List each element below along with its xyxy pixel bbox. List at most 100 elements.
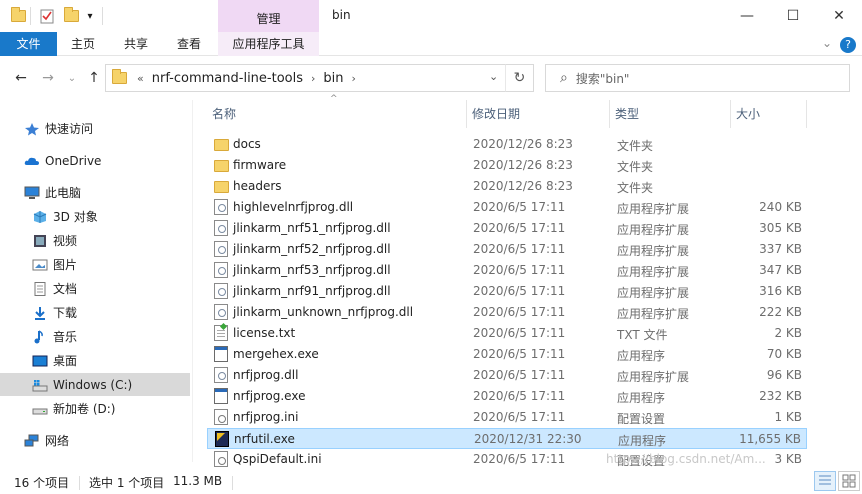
file-size: 222 KB	[759, 305, 802, 319]
column-header-type[interactable]: 类型	[610, 100, 731, 128]
file-size: 337 KB	[759, 242, 802, 256]
file-date: 2020/6/5 17:11	[473, 347, 566, 361]
file-date: 2020/12/26 8:23	[473, 158, 573, 172]
sidebar-item-this-pc[interactable]: 此电脑	[0, 181, 190, 204]
chevron-right-icon[interactable]: ›	[352, 72, 356, 85]
column-header-date[interactable]: 修改日期	[467, 100, 610, 128]
file-row[interactable]: nrfjprog.exe 2020/6/5 17:11 应用程序 232 KB	[207, 386, 807, 407]
file-row[interactable]: headers 2020/12/26 8:23 文件夹	[207, 176, 807, 197]
back-button[interactable]: ←	[11, 68, 31, 88]
file-row[interactable]: jlinkarm_nrf52_nrfjprog.dll 2020/6/5 17:1…	[207, 239, 807, 260]
file-row[interactable]: jlinkarm_unknown_nrfjprog.dll 2020/6/5 17…	[207, 302, 807, 323]
file-size: 347 KB	[759, 263, 802, 277]
sidebar-item-3d-objects[interactable]: 3D 对象	[0, 205, 190, 228]
recent-locations-button[interactable]: ⌄	[62, 68, 82, 88]
file-date: 2020/12/26 8:23	[473, 137, 573, 151]
file-size: 70 KB	[766, 347, 802, 361]
sidebar-item-downloads[interactable]: 下载	[0, 301, 190, 324]
file-size: 240 KB	[759, 200, 802, 214]
file-name: jlinkarm_unknown_nrfjprog.dll	[233, 305, 414, 319]
dll-icon	[214, 304, 228, 320]
sidebar-item-pictures[interactable]: 图片	[0, 253, 190, 276]
file-size: 11,655 KB	[739, 432, 801, 446]
file-date: 2020/6/5 17:11	[473, 368, 566, 382]
file-type: 文件夹	[617, 181, 654, 195]
breadcrumb-nrf-command-line-tools[interactable]: nrf-command-line-tools	[152, 71, 303, 86]
details-view-button[interactable]	[814, 471, 836, 491]
navigation-pane: 快速访问 OneDrive 此电脑 3D 对象 视频 图片 文档 下载 音乐 桌…	[0, 100, 192, 462]
chevron-right-icon[interactable]: ›	[311, 72, 315, 85]
context-tab-manage[interactable]: 管理	[218, 0, 319, 32]
file-date: 2020/6/5 17:11	[473, 200, 566, 214]
column-header-size[interactable]: 大小	[731, 100, 807, 128]
address-bar[interactable]: « nrf-command-line-tools › bin › ⌄	[105, 64, 534, 92]
sidebar-item-label: 网络	[45, 434, 70, 448]
file-row[interactable]: jlinkarm_nrf51_nrfjprog.dll 2020/6/5 17:1…	[207, 218, 807, 239]
file-row[interactable]: mergehex.exe 2020/6/5 17:11 应用程序 70 KB	[207, 344, 807, 365]
tab-home[interactable]: 主页	[60, 32, 106, 56]
sidebar-item-network[interactable]: 网络	[0, 429, 190, 452]
ribbon-expand-icon[interactable]: ⌄	[822, 36, 832, 50]
cloud-icon	[24, 154, 40, 168]
file-type: 文件夹	[617, 160, 654, 174]
breadcrumb-bin[interactable]: bin	[323, 71, 343, 86]
pane-divider[interactable]	[192, 100, 193, 462]
tab-file[interactable]: 文件	[0, 32, 57, 56]
file-row[interactable]: docs 2020/12/26 8:23 文件夹	[207, 134, 807, 155]
file-row[interactable]: license.txt 2020/6/5 17:11 TXT 文件 2 KB	[207, 323, 807, 344]
sidebar-item-windows-c[interactable]: Windows (C:)	[0, 373, 190, 396]
nrfutil-icon	[215, 431, 229, 447]
customize-toolbar-icon[interactable]: ▾	[84, 7, 96, 25]
sidebar-item-label: 图片	[53, 258, 78, 272]
help-icon[interactable]: ?	[840, 37, 856, 53]
file-row[interactable]: nrfutil.exe 2020/12/31 22:30 应用程序 11,655 KB	[207, 428, 807, 449]
address-dropdown-icon[interactable]: ⌄	[489, 70, 498, 83]
file-row[interactable]: jlinkarm_nrf91_nrfjprog.dll 2020/6/5 17:1…	[207, 281, 807, 302]
status-item-count: 16 个项目	[14, 476, 70, 490]
file-name: nrfjprog.dll	[233, 368, 299, 382]
sidebar-item-new-volume-d[interactable]: 新加卷 (D:)	[0, 397, 190, 420]
vertical-scrollbar[interactable]	[850, 100, 862, 462]
picture-icon	[32, 258, 48, 272]
new-folder-icon[interactable]	[62, 7, 80, 25]
large-icons-view-button[interactable]	[838, 471, 860, 491]
forward-button[interactable]: →	[38, 68, 58, 88]
properties-icon[interactable]	[38, 7, 56, 25]
file-date: 2020/6/5 17:11	[473, 242, 566, 256]
breadcrumb-overflow[interactable]: «	[137, 72, 144, 85]
exe-icon	[214, 388, 228, 404]
close-button[interactable]: ✕	[816, 0, 862, 32]
search-box[interactable]: ⌕ 搜索"bin"	[545, 64, 850, 92]
file-size: 232 KB	[759, 389, 802, 403]
file-row[interactable]: jlinkarm_nrf53_nrfjprog.dll 2020/6/5 17:1…	[207, 260, 807, 281]
column-header-row: 名称 修改日期 类型 大小	[207, 100, 852, 128]
file-type: 应用程序扩展	[617, 265, 690, 279]
up-button[interactable]: ↑	[84, 68, 104, 88]
status-selected: 选中 1 个项目	[89, 476, 165, 490]
file-row[interactable]: nrfjprog.dll 2020/6/5 17:11 应用程序扩展 96 KB	[207, 365, 807, 386]
sidebar-item-documents[interactable]: 文档	[0, 277, 190, 300]
file-name: headers	[233, 179, 282, 193]
sidebar-item-quick-access[interactable]: 快速访问	[0, 117, 190, 140]
folder-icon[interactable]	[9, 7, 27, 25]
desktop-icon	[32, 354, 48, 368]
maximize-button[interactable]: ☐	[770, 0, 816, 32]
dll-icon	[214, 220, 228, 236]
file-size: 316 KB	[759, 284, 802, 298]
column-header-name[interactable]: 名称	[207, 100, 467, 128]
file-row[interactable]: nrfjprog.ini 2020/6/5 17:11 配置设置 1 KB	[207, 407, 807, 428]
file-row[interactable]: highlevelnrfjprog.dll 2020/6/5 17:11 应用程序扩…	[207, 197, 807, 218]
file-row[interactable]: firmware 2020/12/26 8:23 文件夹	[207, 155, 807, 176]
sidebar-item-label: 下载	[53, 306, 78, 320]
sidebar-item-desktop[interactable]: 桌面	[0, 349, 190, 372]
sidebar-item-onedrive[interactable]: OneDrive	[0, 149, 190, 172]
tab-share[interactable]: 共享	[113, 32, 159, 56]
tab-application-tools[interactable]: 应用程序工具	[218, 32, 319, 56]
exe-icon	[214, 346, 228, 362]
folder-icon	[214, 160, 229, 172]
sidebar-item-music[interactable]: 音乐	[0, 325, 190, 348]
refresh-button[interactable]: ↻	[505, 64, 534, 92]
minimize-button[interactable]: —	[724, 0, 770, 32]
sidebar-item-videos[interactable]: 视频	[0, 229, 190, 252]
tab-view[interactable]: 查看	[166, 32, 212, 56]
